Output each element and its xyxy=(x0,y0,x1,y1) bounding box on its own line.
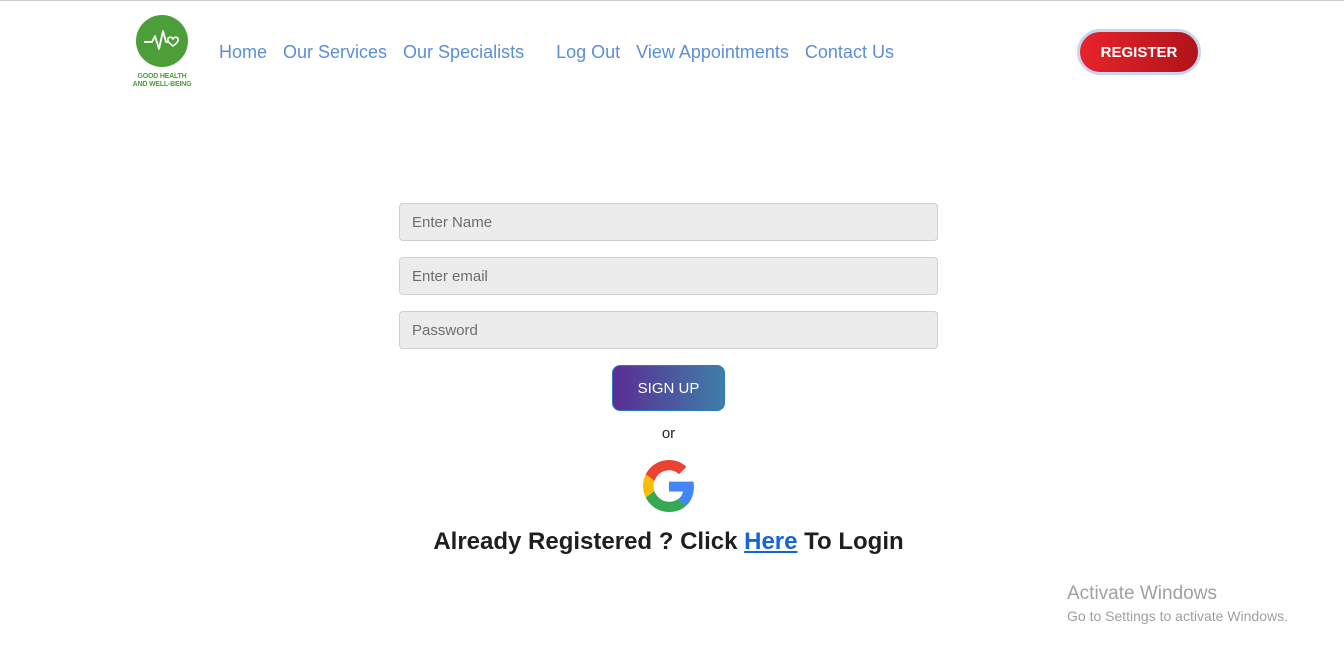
login-here-link[interactable]: Here xyxy=(744,528,797,555)
google-g-icon[interactable] xyxy=(643,460,695,512)
logo-text: GOOD HEALTH AND WELL-BEING xyxy=(133,73,192,89)
or-separator: or xyxy=(661,425,676,442)
activate-windows-watermark: Activate Windows Go to Settings to activ… xyxy=(1067,583,1288,624)
password-input[interactable] xyxy=(399,311,938,349)
login-prompt: Already Registered ? Click Here To Login xyxy=(0,528,1337,556)
nav-our-specialists[interactable]: Our Specialists xyxy=(403,42,524,63)
logo-line-1: GOOD HEALTH xyxy=(137,73,187,80)
activate-windows-subtitle: Go to Settings to activate Windows. xyxy=(1067,608,1288,624)
nav-our-services[interactable]: Our Services xyxy=(283,42,387,63)
login-prompt-after: To Login xyxy=(797,528,904,555)
signup-form xyxy=(399,203,938,365)
login-prompt-before: Already Registered ? Click xyxy=(433,528,745,555)
site-logo[interactable]: GOOD HEALTH AND WELL-BEING xyxy=(114,5,210,101)
nav-view-appointments[interactable]: View Appointments xyxy=(636,42,789,63)
activate-windows-title: Activate Windows xyxy=(1067,583,1217,604)
name-input[interactable] xyxy=(399,203,938,241)
nav-log-out[interactable]: Log Out xyxy=(556,42,620,63)
signup-button[interactable]: SIGN UP xyxy=(612,365,725,411)
logo-line-2: AND WELL-BEING xyxy=(132,81,192,88)
main-nav: Home Our Services Our Specialists Log Ou… xyxy=(219,42,910,63)
nav-home[interactable]: Home xyxy=(219,42,267,63)
email-input[interactable] xyxy=(399,257,938,295)
nav-contact-us[interactable]: Contact Us xyxy=(805,42,894,63)
heartbeat-heart-icon xyxy=(136,15,188,67)
register-button[interactable]: REGISTER xyxy=(1077,29,1201,75)
